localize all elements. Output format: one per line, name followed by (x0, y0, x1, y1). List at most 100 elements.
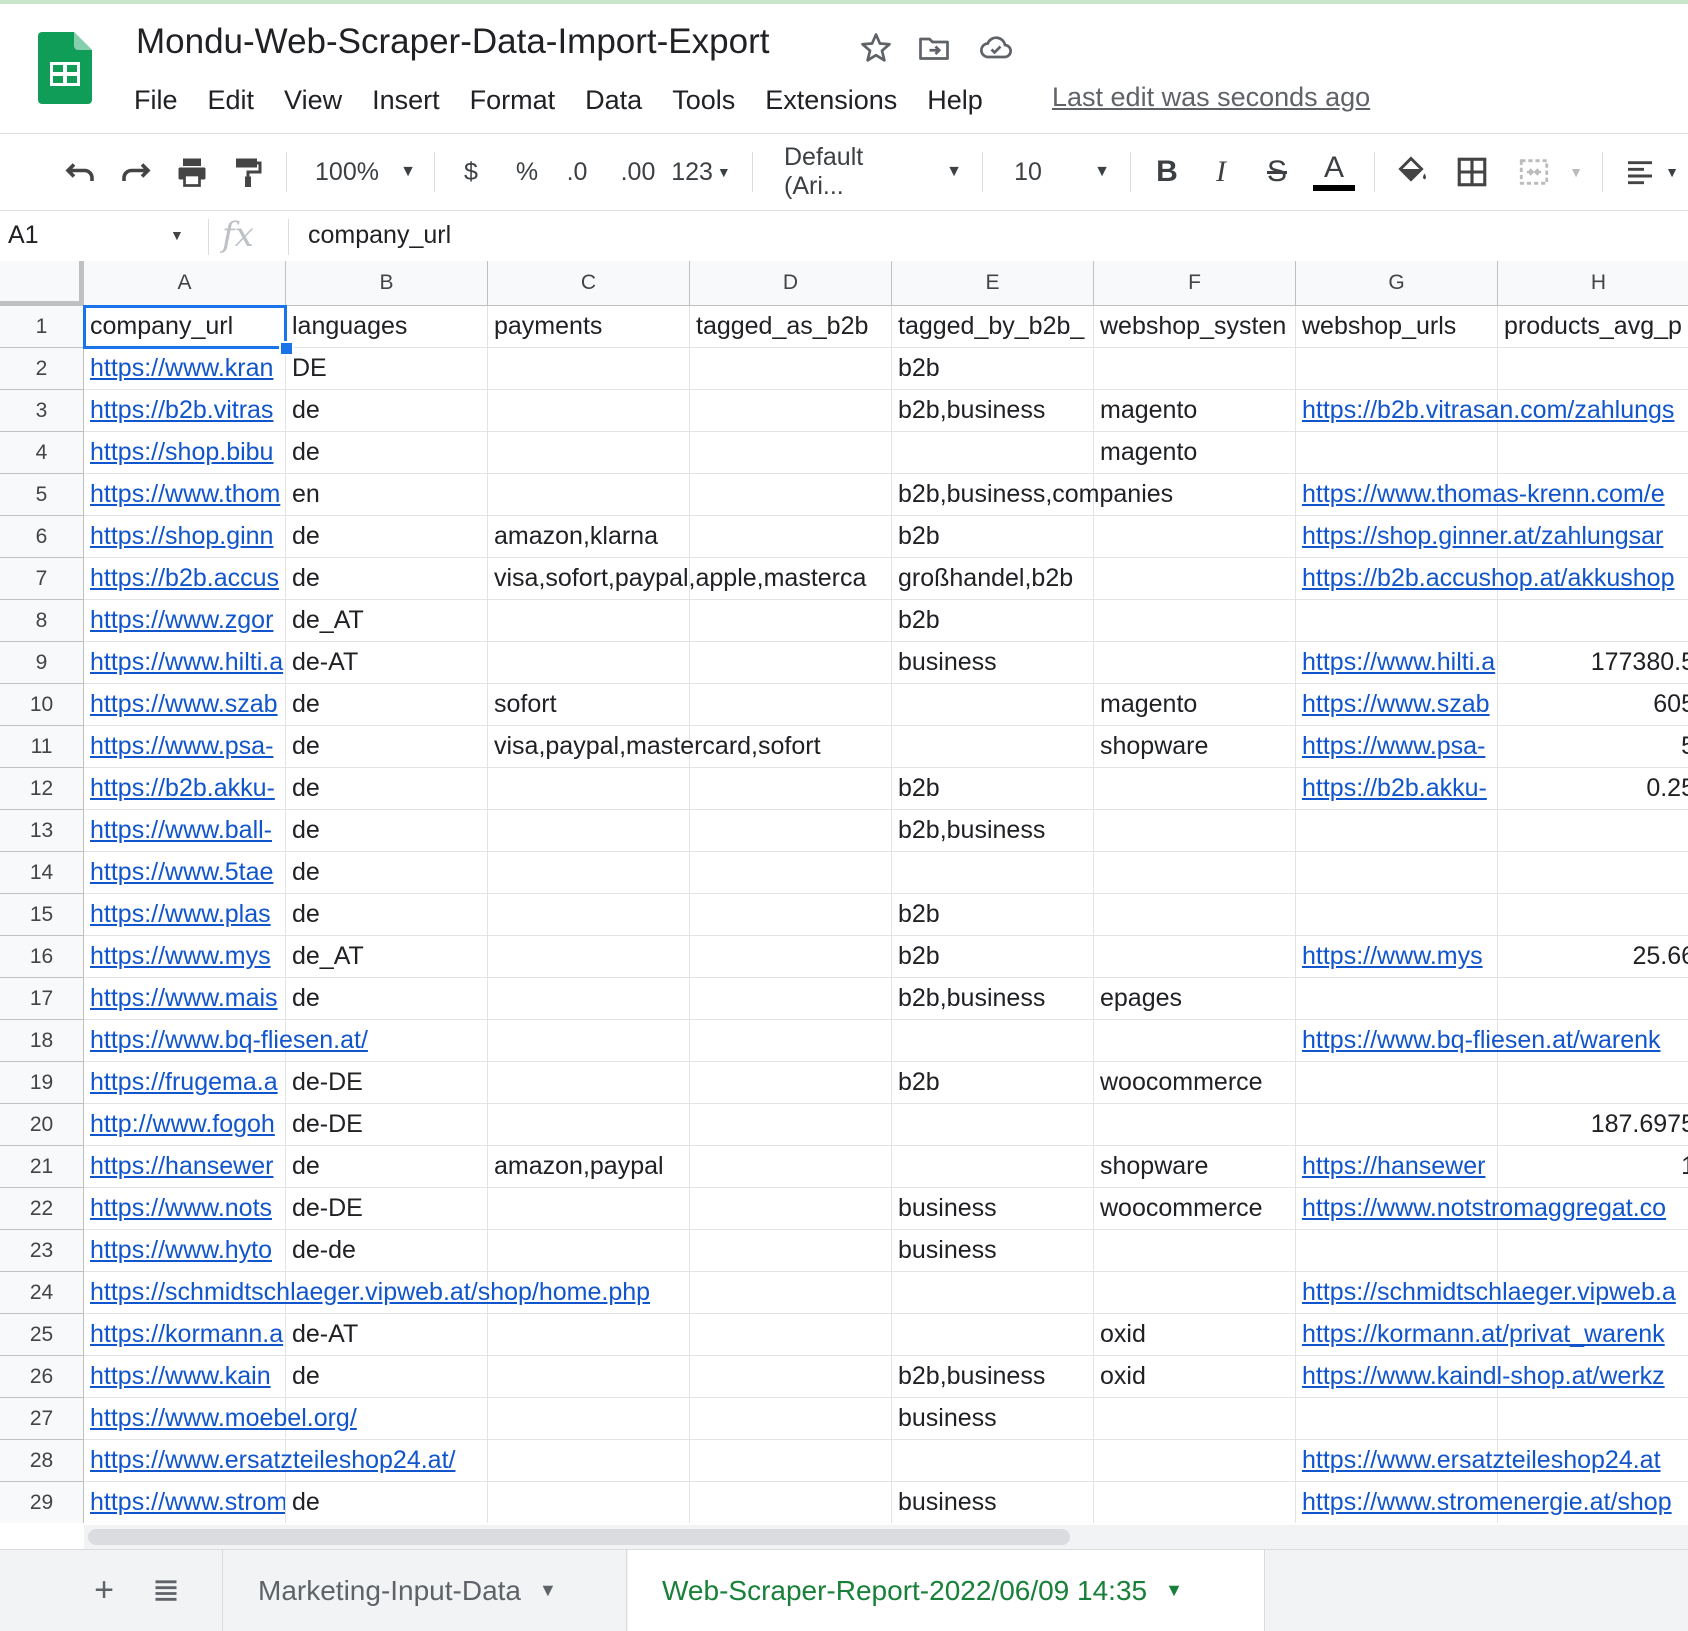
cell-e16[interactable]: b2b (892, 936, 1094, 978)
cell-b10[interactable]: de (286, 684, 488, 726)
cell-d16[interactable] (690, 936, 892, 978)
sheet-tab-marketing-input-data[interactable]: Marketing-Input-Data ▼ (224, 1550, 626, 1631)
font-chevron-down-icon[interactable]: ▼ (944, 152, 964, 192)
cell-d14[interactable] (690, 852, 892, 894)
cell-e7[interactable]: großhandel,b2b (892, 558, 1094, 600)
cell-e12[interactable]: b2b (892, 768, 1094, 810)
cell-h15[interactable] (1498, 894, 1688, 936)
cell-g19[interactable] (1296, 1062, 1498, 1104)
cell-link[interactable]: https://www.mys (90, 942, 271, 970)
add-sheet-button[interactable]: + (86, 1568, 122, 1612)
name-box-chevron-down-icon[interactable]: ▼ (170, 227, 184, 243)
cell-a19[interactable]: https://frugema.a (84, 1062, 286, 1104)
row-header[interactable]: 21 (0, 1146, 84, 1188)
cell-link[interactable]: https://kormann.a (90, 1320, 283, 1348)
row-header[interactable]: 22 (0, 1188, 84, 1230)
cell-a26[interactable]: https://www.kain (84, 1356, 286, 1398)
cell-link[interactable]: https://shop.ginner.at/zahlungsar (1302, 522, 1663, 550)
more-formats-button[interactable]: 123 ▼ (670, 152, 732, 192)
cell-c12[interactable] (488, 768, 690, 810)
cell-g14[interactable] (1296, 852, 1498, 894)
cell-g13[interactable] (1296, 810, 1498, 852)
cell-link[interactable]: https://www.moebel.org/ (90, 1404, 357, 1432)
cell-a6[interactable]: https://shop.ginn (84, 516, 286, 558)
cell-h10[interactable]: 605 (1498, 684, 1688, 726)
cell-d28[interactable] (690, 1440, 892, 1482)
cell-h4[interactable] (1498, 432, 1688, 474)
print-icon[interactable] (172, 152, 212, 192)
row-header[interactable]: 26 (0, 1356, 84, 1398)
cell-e14[interactable] (892, 852, 1094, 894)
cell-c3[interactable] (488, 390, 690, 432)
cell-e6[interactable]: b2b (892, 516, 1094, 558)
column-header-e[interactable]: E (892, 261, 1094, 306)
cell-f24[interactable] (1094, 1272, 1296, 1314)
cell-e3[interactable]: b2b,business (892, 390, 1094, 432)
row-header[interactable]: 7 (0, 558, 84, 600)
spreadsheet-grid[interactable]: A B C D E F G H 1 company_url languages payments tag… (0, 261, 1688, 1523)
cell-d1[interactable]: tagged_as_b2b (690, 306, 892, 348)
cell-h13[interactable] (1498, 810, 1688, 852)
cell-e19[interactable]: b2b (892, 1062, 1094, 1104)
cell-g15[interactable] (1296, 894, 1498, 936)
cell-c27[interactable] (488, 1398, 690, 1440)
cell-h8[interactable] (1498, 600, 1688, 642)
cell-c18[interactable] (488, 1020, 690, 1062)
cell-e2[interactable]: b2b (892, 348, 1094, 390)
cell-b23[interactable]: de-de (286, 1230, 488, 1272)
cell-a27[interactable]: https://www.moebel.org/ (84, 1398, 357, 1440)
cell-g27[interactable] (1296, 1398, 1498, 1440)
cell-f3[interactable]: magento (1094, 390, 1296, 432)
cell-f12[interactable] (1094, 768, 1296, 810)
cell-c25[interactable] (488, 1314, 690, 1356)
cell-a29[interactable]: https://www.strom (84, 1482, 286, 1523)
cell-link[interactable]: https://shop.bibu (90, 438, 273, 466)
text-color-button[interactable]: A (1312, 152, 1356, 192)
cell-e5[interactable]: b2b,business,companies (892, 474, 1173, 516)
cell-d23[interactable] (690, 1230, 892, 1272)
cell-f23[interactable] (1094, 1230, 1296, 1272)
menu-view[interactable]: View (284, 85, 342, 116)
row-header[interactable]: 19 (0, 1062, 84, 1104)
align-chevron-down-icon[interactable]: ▼ (1662, 152, 1682, 192)
cell-f1[interactable]: webshop_systen (1094, 306, 1296, 348)
column-header-a[interactable]: A (84, 261, 286, 306)
cell-c29[interactable] (488, 1482, 690, 1523)
cell-g4[interactable] (1296, 432, 1498, 474)
cell-link[interactable]: https://www.hyto (90, 1236, 272, 1264)
row-header[interactable]: 9 (0, 642, 84, 684)
row-header[interactable]: 18 (0, 1020, 84, 1062)
cell-link[interactable]: https://www.mais (90, 984, 278, 1012)
cell-a18[interactable]: https://www.bq-fliesen.at/ (84, 1020, 368, 1062)
cell-d27[interactable] (690, 1398, 892, 1440)
cell-g22[interactable]: https://www.notstromaggregat.co (1296, 1188, 1666, 1230)
cell-b3[interactable]: de (286, 390, 488, 432)
all-sheets-icon[interactable] (148, 1568, 184, 1612)
last-edit-link[interactable]: Last edit was seconds ago (1052, 82, 1370, 113)
cell-e10[interactable] (892, 684, 1094, 726)
cell-link[interactable]: https://hansewer (1302, 1152, 1485, 1180)
cell-f21[interactable]: shopware (1094, 1146, 1296, 1188)
row-header[interactable]: 27 (0, 1398, 84, 1440)
sheet-tab-web-scraper-report[interactable]: Web-Scraper-Report-2022/06/09 14:35 ▼ (628, 1550, 1264, 1631)
cell-g23[interactable] (1296, 1230, 1498, 1272)
cell-h17[interactable] (1498, 978, 1688, 1020)
cell-h20[interactable]: 187.6975 (1498, 1104, 1688, 1146)
cell-d19[interactable] (690, 1062, 892, 1104)
row-header[interactable]: 16 (0, 936, 84, 978)
row-header[interactable]: 11 (0, 726, 84, 768)
row-header[interactable]: 20 (0, 1104, 84, 1146)
cell-e26[interactable]: b2b,business (892, 1356, 1094, 1398)
cell-g20[interactable] (1296, 1104, 1498, 1146)
cell-c22[interactable] (488, 1188, 690, 1230)
cell-b29[interactable]: de (286, 1482, 488, 1523)
cell-link[interactable]: https://www.stromenergie.at/shop (1302, 1488, 1672, 1516)
cell-f29[interactable] (1094, 1482, 1296, 1523)
row-header[interactable]: 25 (0, 1314, 84, 1356)
cell-c11[interactable]: visa,paypal,mastercard,sofort (488, 726, 821, 768)
cell-link[interactable]: https://www.nots (90, 1194, 272, 1222)
cell-link[interactable]: https://www.thomas-krenn.com/e (1302, 480, 1665, 508)
cell-g12[interactable]: https://b2b.akku- (1296, 768, 1498, 810)
cell-h14[interactable] (1498, 852, 1688, 894)
cell-link[interactable]: https://b2b.akku- (1302, 774, 1487, 802)
